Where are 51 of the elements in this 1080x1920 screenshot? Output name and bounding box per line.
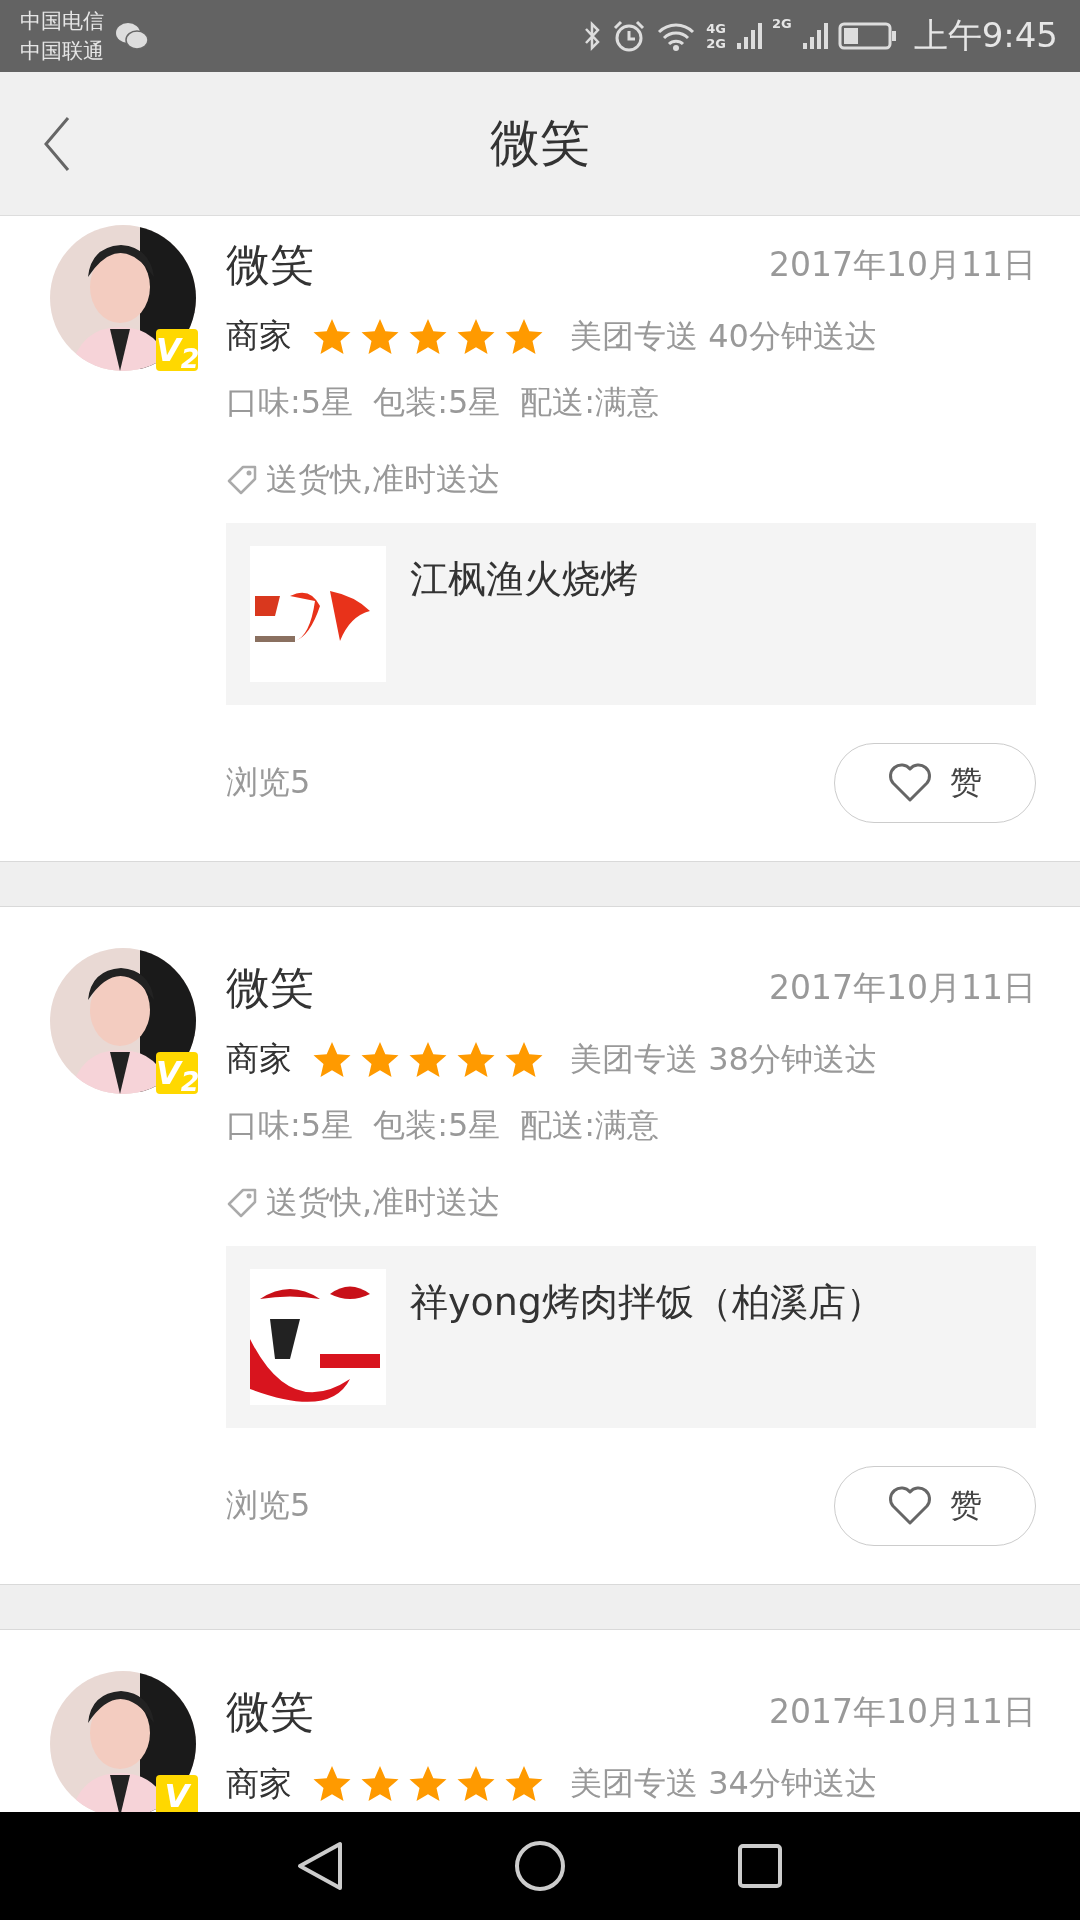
level-badge: V — [156, 1775, 198, 1812]
score-label: 口味:5星 — [226, 1105, 354, 1147]
like-button[interactable]: 赞 — [834, 742, 1036, 823]
score-label: 配送:满意 — [520, 382, 660, 424]
page-title: 微笑 — [490, 113, 590, 174]
review-date: 2017年10月11日 — [769, 967, 1036, 1010]
reviewer-role: 商家 — [226, 315, 292, 358]
view-count: 浏览5 — [226, 761, 311, 803]
score-label: 口味:5星 — [226, 382, 354, 424]
signal-icon — [735, 21, 762, 51]
score-label: 包装:5星 — [373, 382, 501, 424]
level-badge: V$_{2}$ — [156, 1052, 198, 1094]
network-type: 2G — [706, 36, 726, 51]
wifi-icon — [656, 20, 697, 52]
delivery-info: 美团专送 40分钟送达 — [570, 315, 877, 357]
reviewer-role: 商家 — [226, 1038, 292, 1081]
review-tags: 送货快,准时送达 — [266, 457, 501, 502]
delivery-info: 美团专送 34分钟送达 — [570, 1763, 877, 1804]
shop-name: 祥yong烤肉拌饭（柏溪店） — [410, 1279, 884, 1327]
score-label: 包装:5星 — [373, 1105, 501, 1147]
view-count: 浏览5 — [226, 1484, 311, 1526]
heart-icon — [888, 1485, 932, 1526]
user-name: 微笑 — [226, 238, 314, 293]
shop-card[interactable]: 江枫渔火烧烤 — [226, 523, 1036, 705]
home-circle-icon[interactable] — [514, 1840, 566, 1892]
back-triangle-icon[interactable] — [296, 1840, 344, 1892]
user-name: 微笑 — [226, 961, 314, 1016]
tag-icon — [226, 463, 258, 496]
clock-time: 上午9:45 — [913, 14, 1058, 57]
like-button[interactable]: 赞 — [834, 1465, 1036, 1546]
reviewer-role: 商家 — [226, 1762, 292, 1805]
heart-icon — [888, 762, 932, 803]
review-tags: 送货快,准时送达 — [266, 1180, 501, 1225]
shop-name: 江枫渔火烧烤 — [410, 556, 638, 604]
carrier-name: 中国联通 — [20, 38, 104, 65]
alarm-icon — [612, 19, 647, 53]
shop-card[interactable]: 祥yong烤肉拌饭（柏溪店） — [226, 1246, 1036, 1428]
review-date: 2017年10月11日 — [769, 244, 1036, 287]
recent-apps-icon[interactable] — [736, 1842, 784, 1890]
battery-icon — [837, 21, 898, 51]
tag-icon — [226, 1186, 258, 1219]
user-name: 微笑 — [226, 1684, 314, 1739]
network-type: 2G — [771, 16, 792, 31]
chat-bubbles-icon — [114, 21, 150, 51]
carrier-name: 中国电信 — [20, 8, 104, 35]
signal-icon — [801, 21, 828, 51]
network-type: 4G — [706, 21, 726, 36]
review-date: 2017年10月11日 — [769, 1690, 1036, 1733]
level-badge: V$_{2}$ — [156, 329, 198, 371]
score-label: 配送:满意 — [520, 1105, 660, 1147]
delivery-info: 美团专送 38分钟送达 — [570, 1038, 877, 1080]
